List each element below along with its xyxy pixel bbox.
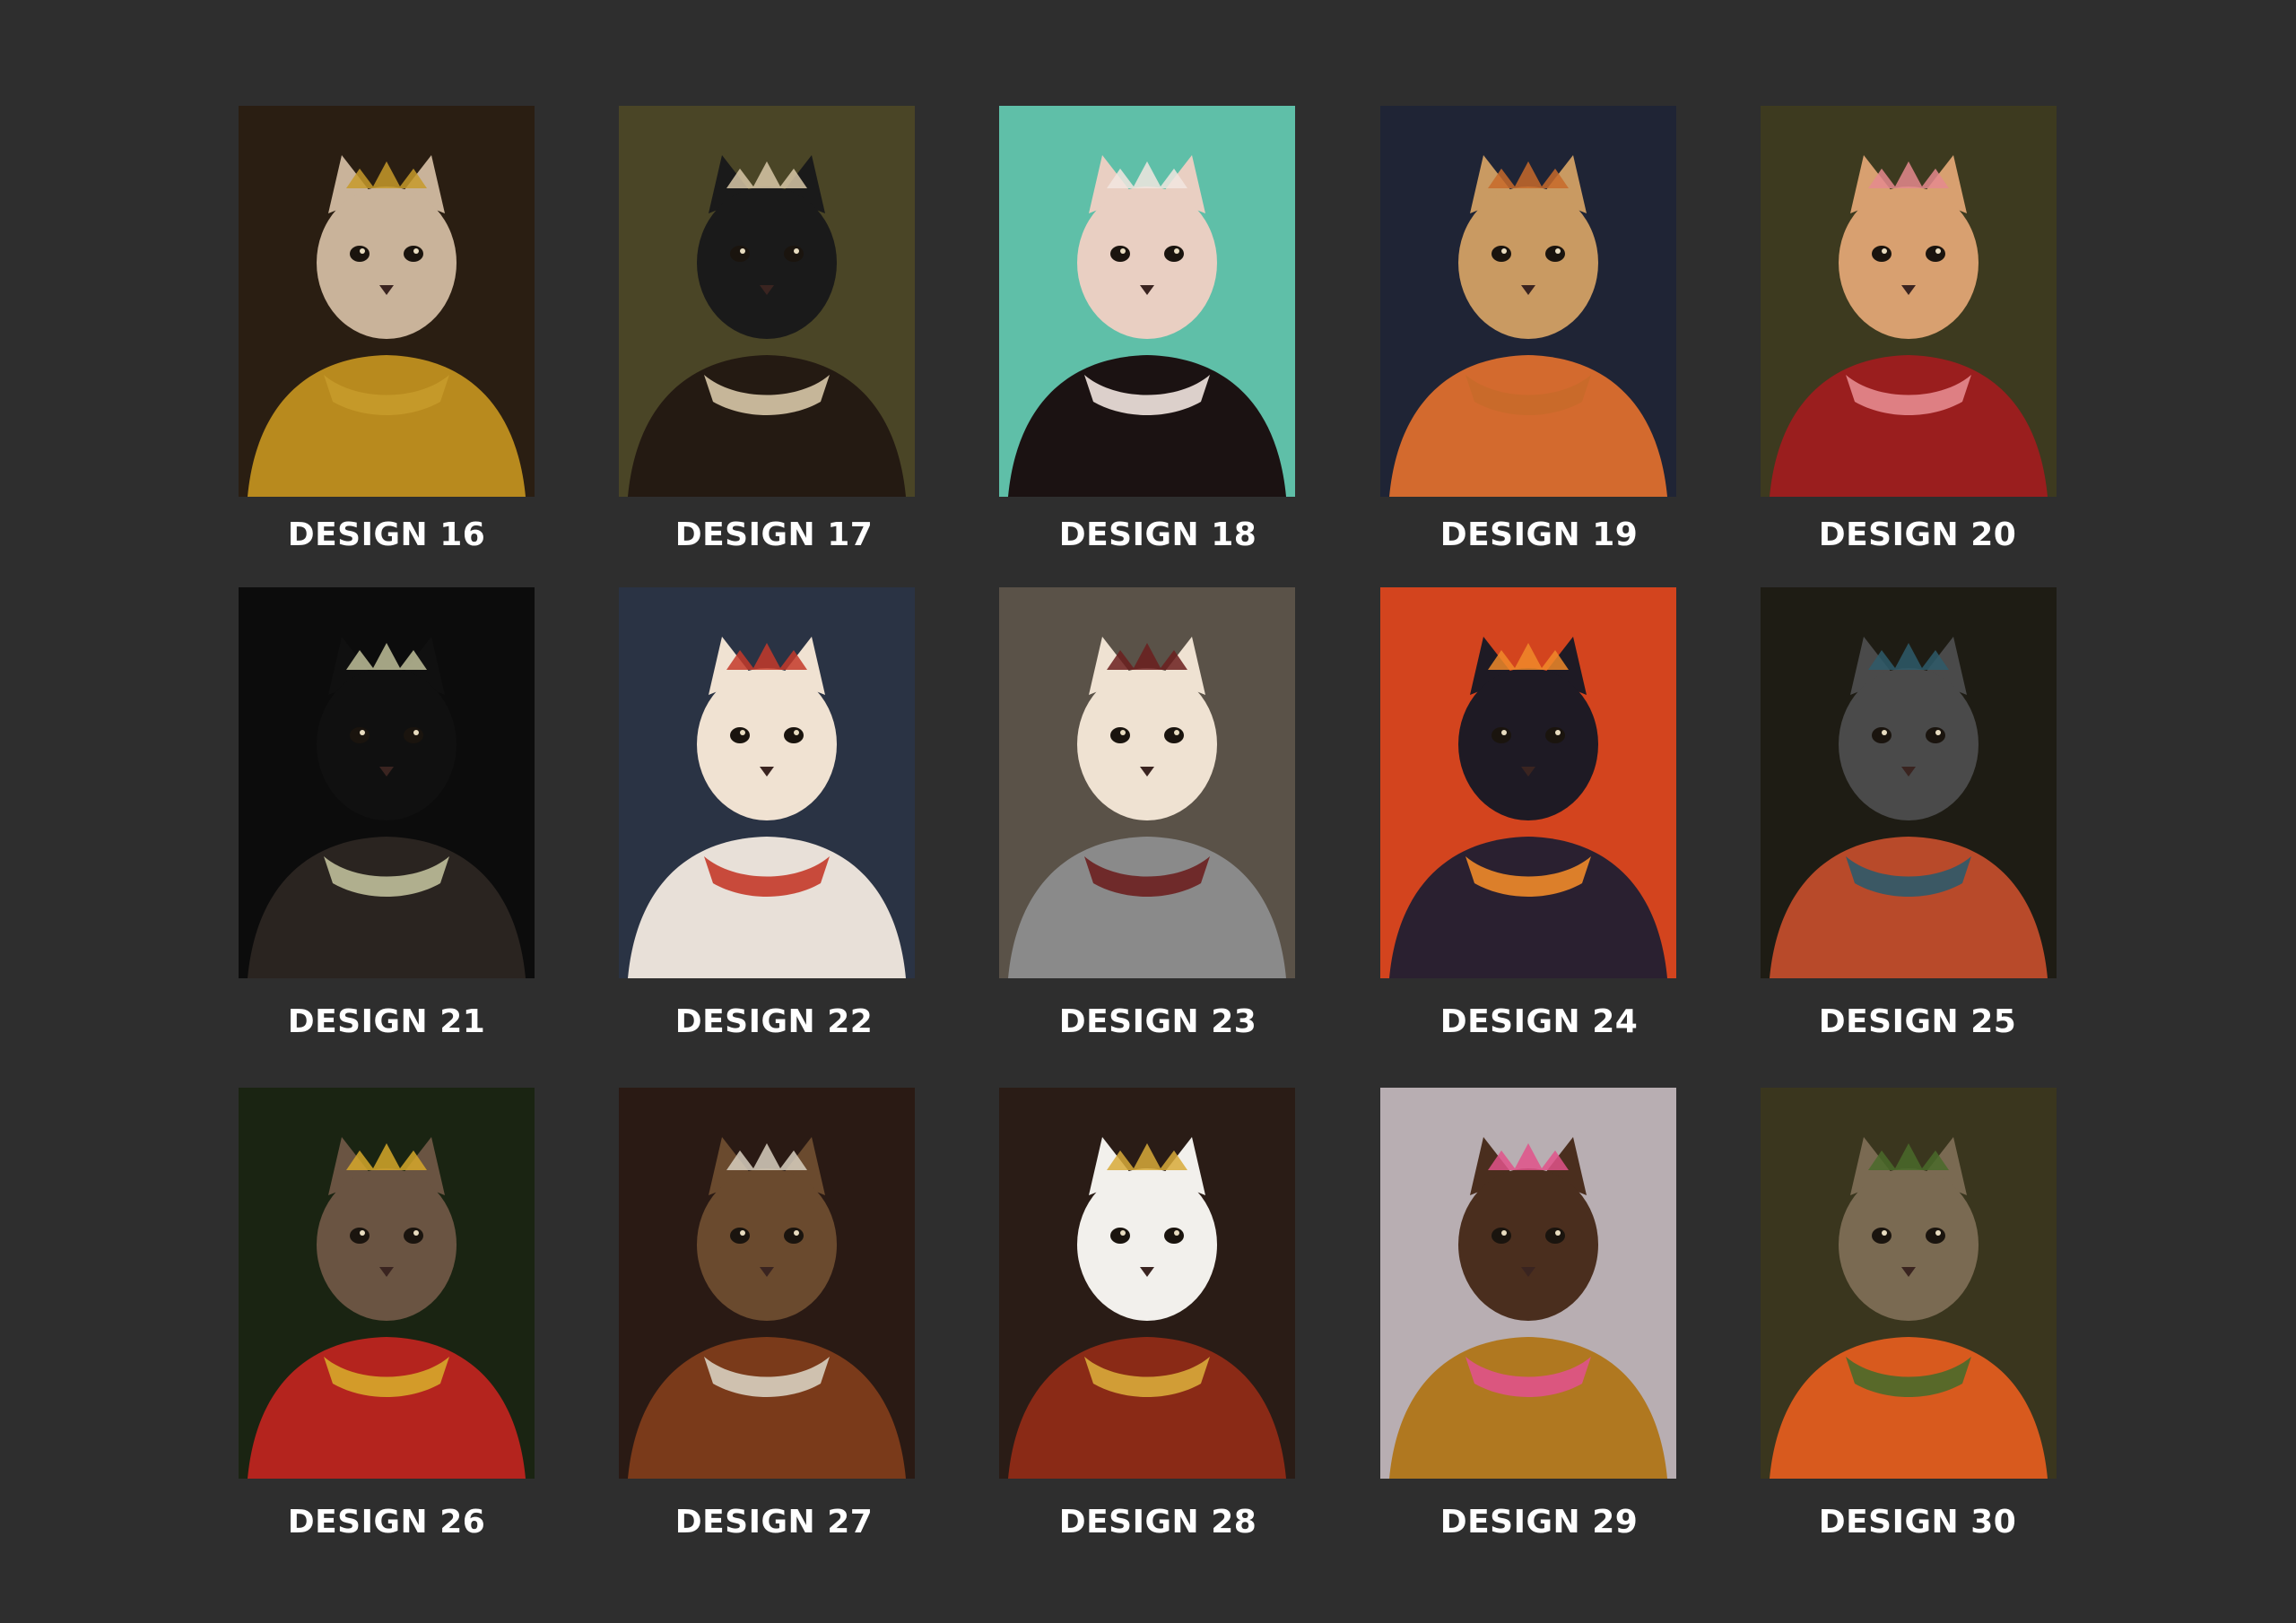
portrait-image[interactable] bbox=[1761, 587, 2057, 978]
portrait-image[interactable] bbox=[999, 587, 1295, 978]
design-caption: DESIGN 18 bbox=[1058, 516, 1257, 553]
cat-knight-portrait-icon bbox=[999, 587, 1295, 978]
design-caption: DESIGN 17 bbox=[674, 516, 874, 553]
dog-red-dress-portrait-icon bbox=[1761, 106, 2057, 497]
dog-flower-crown-portrait-icon bbox=[1380, 1088, 1676, 1479]
design-caption: DESIGN 20 bbox=[1818, 516, 2017, 553]
dog-queen-portrait-icon bbox=[239, 587, 535, 978]
cat-general-portrait-icon bbox=[1380, 106, 1676, 497]
portrait-image[interactable] bbox=[239, 1088, 535, 1479]
portrait-image[interactable] bbox=[619, 587, 915, 978]
design-gallery-grid: DESIGN 16 DESIGN 17 DESIGN 18 DESIGN 19 … bbox=[0, 0, 2296, 1623]
portrait-image[interactable] bbox=[1761, 1088, 2057, 1479]
design-caption: DESIGN 26 bbox=[287, 1504, 486, 1541]
design-caption: DESIGN 27 bbox=[674, 1504, 874, 1541]
portrait-image[interactable] bbox=[619, 1088, 915, 1479]
portrait-image[interactable] bbox=[999, 106, 1295, 497]
design-caption: DESIGN 25 bbox=[1818, 1003, 2017, 1040]
cat-nobleman-portrait-icon bbox=[619, 106, 915, 497]
design-caption: DESIGN 22 bbox=[674, 1003, 874, 1040]
portrait-image[interactable] bbox=[999, 1088, 1295, 1479]
cat-sunglasses-portrait-icon bbox=[999, 106, 1295, 497]
portrait-image[interactable] bbox=[1380, 587, 1676, 978]
design-caption: DESIGN 30 bbox=[1818, 1504, 2017, 1541]
portrait-image[interactable] bbox=[1380, 1088, 1676, 1479]
design-caption: DESIGN 19 bbox=[1439, 516, 1639, 553]
dog-king-crown-portrait-icon bbox=[239, 1088, 535, 1479]
portrait-image[interactable] bbox=[619, 106, 915, 497]
portrait-image[interactable] bbox=[1380, 106, 1676, 497]
cat-laurel-portrait-icon bbox=[1761, 1088, 2057, 1479]
dog-ermine-king-portrait-icon bbox=[999, 1088, 1295, 1479]
cat-pharaoh-portrait-icon bbox=[1761, 587, 2057, 978]
cat-scream-portrait-icon bbox=[1380, 587, 1676, 978]
portrait-image[interactable] bbox=[239, 106, 535, 497]
cat-king-portrait-icon bbox=[239, 106, 535, 497]
design-caption: DESIGN 21 bbox=[287, 1003, 486, 1040]
design-caption: DESIGN 24 bbox=[1439, 1003, 1639, 1040]
design-caption: DESIGN 16 bbox=[287, 516, 486, 553]
design-caption: DESIGN 23 bbox=[1058, 1003, 1257, 1040]
design-caption: DESIGN 28 bbox=[1058, 1504, 1257, 1541]
capybara-queen-portrait-icon bbox=[619, 1088, 915, 1479]
portrait-image[interactable] bbox=[239, 587, 535, 978]
portrait-image[interactable] bbox=[1761, 106, 2057, 497]
cat-emperor-portrait-icon bbox=[619, 587, 915, 978]
design-caption: DESIGN 29 bbox=[1439, 1504, 1639, 1541]
